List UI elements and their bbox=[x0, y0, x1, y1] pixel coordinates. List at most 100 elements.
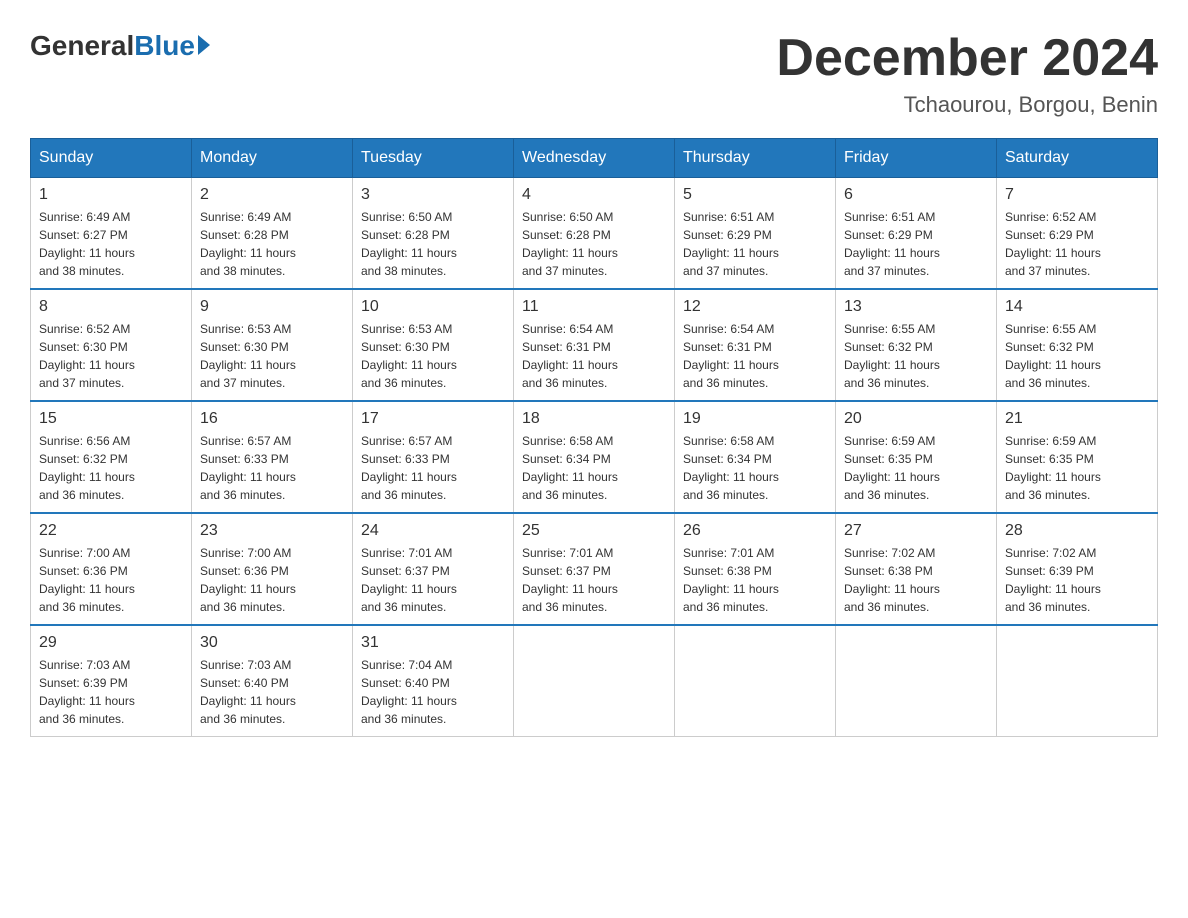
day-info: Sunrise: 7:01 AMSunset: 6:38 PMDaylight:… bbox=[683, 544, 827, 616]
day-info: Sunrise: 6:50 AMSunset: 6:28 PMDaylight:… bbox=[361, 208, 505, 280]
day-info: Sunrise: 6:55 AMSunset: 6:32 PMDaylight:… bbox=[844, 320, 988, 392]
day-number: 18 bbox=[522, 410, 666, 428]
day-number: 26 bbox=[683, 522, 827, 540]
day-info: Sunrise: 6:58 AMSunset: 6:34 PMDaylight:… bbox=[522, 432, 666, 504]
day-info: Sunrise: 7:00 AMSunset: 6:36 PMDaylight:… bbox=[200, 544, 344, 616]
day-number: 8 bbox=[39, 298, 183, 316]
calendar-day-cell: 15 Sunrise: 6:56 AMSunset: 6:32 PMDayligh… bbox=[31, 401, 192, 513]
calendar-day-cell: 21Sunrise: 6:59 AMSunset: 6:35 PMDayligh… bbox=[997, 401, 1158, 513]
calendar-day-cell: 18 Sunrise: 6:58 AMSunset: 6:34 PMDayligh… bbox=[514, 401, 675, 513]
day-number: 3 bbox=[361, 186, 505, 204]
calendar-day-cell: 24 Sunrise: 7:01 AMSunset: 6:37 PMDayligh… bbox=[353, 513, 514, 625]
logo-blue-text: Blue bbox=[134, 30, 195, 62]
calendar-day-cell: 2 Sunrise: 6:49 AMSunset: 6:28 PMDaylight… bbox=[192, 178, 353, 290]
day-info: Sunrise: 6:52 AMSunset: 6:29 PMDaylight:… bbox=[1005, 208, 1149, 280]
calendar-day-cell: 11 Sunrise: 6:54 AMSunset: 6:31 PMDayligh… bbox=[514, 289, 675, 401]
calendar-day-cell: 4Sunrise: 6:50 AMSunset: 6:28 PMDaylight… bbox=[514, 178, 675, 290]
weekday-header-tuesday: Tuesday bbox=[353, 139, 514, 178]
calendar-day-cell bbox=[514, 625, 675, 737]
calendar-day-cell: 30 Sunrise: 7:03 AMSunset: 6:40 PMDayligh… bbox=[192, 625, 353, 737]
day-number: 30 bbox=[200, 634, 344, 652]
day-number: 31 bbox=[361, 634, 505, 652]
day-info: Sunrise: 7:00 AMSunset: 6:36 PMDaylight:… bbox=[39, 544, 183, 616]
day-info: Sunrise: 7:03 AMSunset: 6:40 PMDaylight:… bbox=[200, 656, 344, 728]
calendar-day-cell: 28Sunrise: 7:02 AMSunset: 6:39 PMDayligh… bbox=[997, 513, 1158, 625]
calendar-day-cell: 20Sunrise: 6:59 AMSunset: 6:35 PMDayligh… bbox=[836, 401, 997, 513]
weekday-header-friday: Friday bbox=[836, 139, 997, 178]
day-info: Sunrise: 6:54 AMSunset: 6:31 PMDaylight:… bbox=[522, 320, 666, 392]
calendar-week-row: 22Sunrise: 7:00 AMSunset: 6:36 PMDayligh… bbox=[31, 513, 1158, 625]
calendar-day-cell: 14 Sunrise: 6:55 AMSunset: 6:32 PMDayligh… bbox=[997, 289, 1158, 401]
calendar-day-cell: 27 Sunrise: 7:02 AMSunset: 6:38 PMDayligh… bbox=[836, 513, 997, 625]
day-info: Sunrise: 7:01 AMSunset: 6:37 PMDaylight:… bbox=[522, 544, 666, 616]
calendar-week-row: 29 Sunrise: 7:03 AMSunset: 6:39 PMDayligh… bbox=[31, 625, 1158, 737]
calendar-day-cell: 12Sunrise: 6:54 AMSunset: 6:31 PMDayligh… bbox=[675, 289, 836, 401]
calendar-day-cell: 5 Sunrise: 6:51 AMSunset: 6:29 PMDaylight… bbox=[675, 178, 836, 290]
day-number: 10 bbox=[361, 298, 505, 316]
day-number: 11 bbox=[522, 298, 666, 316]
calendar-day-cell: 10 Sunrise: 6:53 AMSunset: 6:30 PMDayligh… bbox=[353, 289, 514, 401]
calendar-day-cell: 3 Sunrise: 6:50 AMSunset: 6:28 PMDaylight… bbox=[353, 178, 514, 290]
day-info: Sunrise: 6:53 AMSunset: 6:30 PMDaylight:… bbox=[200, 320, 344, 392]
day-info: Sunrise: 6:57 AMSunset: 6:33 PMDaylight:… bbox=[361, 432, 505, 504]
day-number: 27 bbox=[844, 522, 988, 540]
calendar-day-cell: 16Sunrise: 6:57 AMSunset: 6:33 PMDayligh… bbox=[192, 401, 353, 513]
calendar-day-cell: 17 Sunrise: 6:57 AMSunset: 6:33 PMDayligh… bbox=[353, 401, 514, 513]
calendar-day-cell: 22Sunrise: 7:00 AMSunset: 6:36 PMDayligh… bbox=[31, 513, 192, 625]
day-number: 15 bbox=[39, 410, 183, 428]
day-number: 20 bbox=[844, 410, 988, 428]
calendar-day-cell: 23 Sunrise: 7:00 AMSunset: 6:36 PMDayligh… bbox=[192, 513, 353, 625]
day-number: 17 bbox=[361, 410, 505, 428]
day-number: 16 bbox=[200, 410, 344, 428]
day-info: Sunrise: 7:04 AMSunset: 6:40 PMDaylight:… bbox=[361, 656, 505, 728]
day-number: 19 bbox=[683, 410, 827, 428]
calendar-day-cell: 31 Sunrise: 7:04 AMSunset: 6:40 PMDayligh… bbox=[353, 625, 514, 737]
day-info: Sunrise: 6:58 AMSunset: 6:34 PMDaylight:… bbox=[683, 432, 827, 504]
day-info: Sunrise: 6:51 AMSunset: 6:29 PMDaylight:… bbox=[683, 208, 827, 280]
day-number: 12 bbox=[683, 298, 827, 316]
logo-general-text: General bbox=[30, 30, 134, 62]
day-info: Sunrise: 7:02 AMSunset: 6:38 PMDaylight:… bbox=[844, 544, 988, 616]
day-number: 23 bbox=[200, 522, 344, 540]
day-number: 13 bbox=[844, 298, 988, 316]
day-info: Sunrise: 6:55 AMSunset: 6:32 PMDaylight:… bbox=[1005, 320, 1149, 392]
day-number: 5 bbox=[683, 186, 827, 204]
day-number: 2 bbox=[200, 186, 344, 204]
weekday-header-thursday: Thursday bbox=[675, 139, 836, 178]
day-info: Sunrise: 6:53 AMSunset: 6:30 PMDaylight:… bbox=[361, 320, 505, 392]
day-number: 1 bbox=[39, 186, 183, 204]
calendar-week-row: 1 Sunrise: 6:49 AMSunset: 6:27 PMDaylight… bbox=[31, 178, 1158, 290]
day-number: 14 bbox=[1005, 298, 1149, 316]
calendar-day-cell: 7Sunrise: 6:52 AMSunset: 6:29 PMDaylight… bbox=[997, 178, 1158, 290]
day-info: Sunrise: 6:49 AMSunset: 6:27 PMDaylight:… bbox=[39, 208, 183, 280]
day-info: Sunrise: 7:03 AMSunset: 6:39 PMDaylight:… bbox=[39, 656, 183, 728]
day-info: Sunrise: 6:56 AMSunset: 6:32 PMDaylight:… bbox=[39, 432, 183, 504]
day-number: 21 bbox=[1005, 410, 1149, 428]
calendar-day-cell bbox=[836, 625, 997, 737]
month-title: December 2024 bbox=[776, 30, 1158, 87]
day-number: 6 bbox=[844, 186, 988, 204]
day-info: Sunrise: 7:01 AMSunset: 6:37 PMDaylight:… bbox=[361, 544, 505, 616]
day-info: Sunrise: 6:51 AMSunset: 6:29 PMDaylight:… bbox=[844, 208, 988, 280]
location-subtitle: Tchaourou, Borgou, Benin bbox=[776, 92, 1158, 118]
day-number: 4 bbox=[522, 186, 666, 204]
day-info: Sunrise: 6:49 AMSunset: 6:28 PMDaylight:… bbox=[200, 208, 344, 280]
day-info: Sunrise: 7:02 AMSunset: 6:39 PMDaylight:… bbox=[1005, 544, 1149, 616]
calendar-day-cell bbox=[675, 625, 836, 737]
calendar-day-cell: 13 Sunrise: 6:55 AMSunset: 6:32 PMDayligh… bbox=[836, 289, 997, 401]
calendar-day-cell: 26 Sunrise: 7:01 AMSunset: 6:38 PMDayligh… bbox=[675, 513, 836, 625]
weekday-header-row: SundayMondayTuesdayWednesdayThursdayFrid… bbox=[31, 139, 1158, 178]
calendar-day-cell: 1 Sunrise: 6:49 AMSunset: 6:27 PMDaylight… bbox=[31, 178, 192, 290]
page-header: General Blue December 2024 Tchaourou, Bo… bbox=[30, 30, 1158, 118]
calendar-day-cell: 19 Sunrise: 6:58 AMSunset: 6:34 PMDayligh… bbox=[675, 401, 836, 513]
calendar-day-cell: 9Sunrise: 6:53 AMSunset: 6:30 PMDaylight… bbox=[192, 289, 353, 401]
calendar-day-cell: 8Sunrise: 6:52 AMSunset: 6:30 PMDaylight… bbox=[31, 289, 192, 401]
day-number: 29 bbox=[39, 634, 183, 652]
calendar-day-cell: 6 Sunrise: 6:51 AMSunset: 6:29 PMDaylight… bbox=[836, 178, 997, 290]
weekday-header-sunday: Sunday bbox=[31, 139, 192, 178]
day-number: 24 bbox=[361, 522, 505, 540]
calendar-week-row: 8Sunrise: 6:52 AMSunset: 6:30 PMDaylight… bbox=[31, 289, 1158, 401]
logo: General Blue bbox=[30, 30, 210, 62]
calendar-week-row: 15 Sunrise: 6:56 AMSunset: 6:32 PMDayligh… bbox=[31, 401, 1158, 513]
weekday-header-wednesday: Wednesday bbox=[514, 139, 675, 178]
